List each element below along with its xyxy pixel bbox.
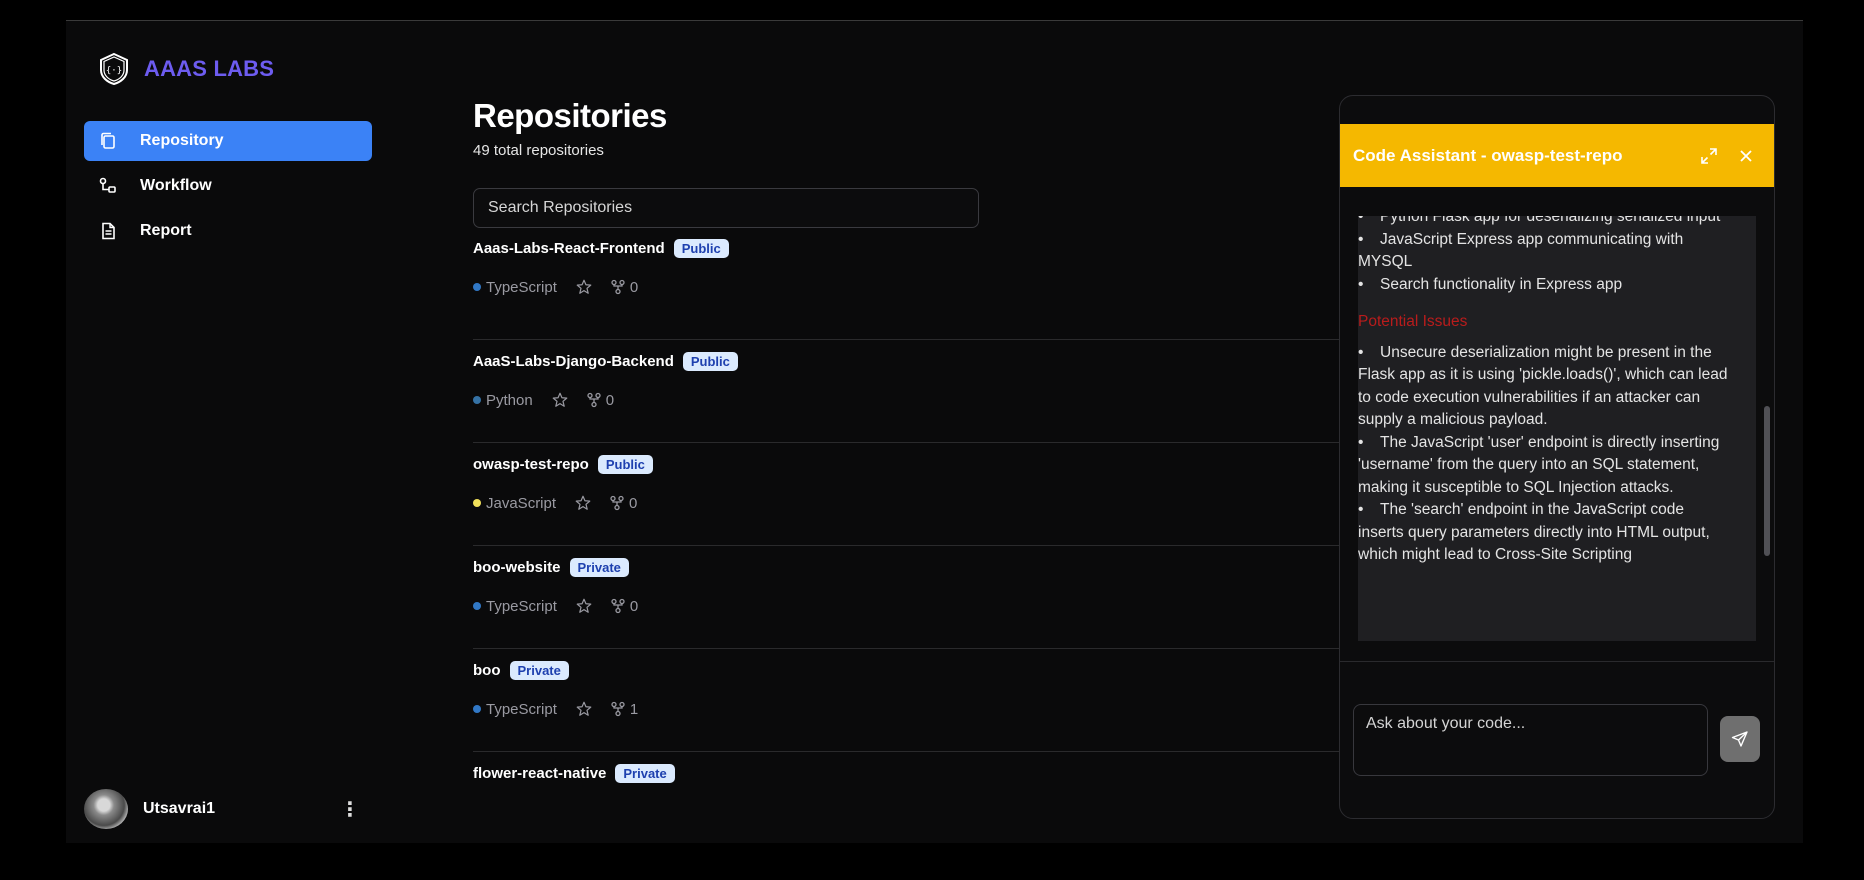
user-profile[interactable]: Utsavrai1 ⋮: [84, 789, 372, 829]
fork-icon: [611, 279, 625, 295]
list-item: • Search functionality in Express app: [1358, 275, 1623, 293]
list-item[interactable]: flower-react-native Private: [473, 752, 1353, 843]
fork-count: 0: [605, 391, 615, 409]
avatar[interactable]: [84, 789, 128, 829]
code-assistant-panel: Code Assistant - owasp-test-repo • Python…: [1339, 95, 1775, 819]
page-title: Repositories: [473, 97, 667, 134]
svg-text:{·}: {·}: [106, 66, 122, 76]
language-dot-icon: [473, 499, 481, 507]
chat-input[interactable]: [1353, 704, 1708, 776]
repo-language: Python: [486, 391, 533, 409]
file-text-icon: [102, 222, 115, 240]
expand-icon[interactable]: [1700, 147, 1718, 165]
repo-name[interactable]: AaaS-Labs-Django-Backend: [473, 353, 674, 370]
list-item: • The JavaScript 'user' endpoint is direc…: [1358, 433, 1720, 496]
language-dot-icon: [473, 396, 481, 404]
repository-list: Aaas-Labs-React-Frontend Public TypeScri…: [473, 237, 1353, 843]
list-item: • The 'search' endpoint in the JavaScript…: [1358, 501, 1710, 563]
user-name: Utsavrai1: [143, 800, 216, 817]
repo-name[interactable]: Aaas-Labs-React-Frontend: [473, 240, 665, 257]
list-item: • Unsecure deserialization might be prese…: [1358, 343, 1728, 429]
repo-name[interactable]: flower-react-native: [473, 765, 606, 782]
list-item[interactable]: boo-website Private TypeScript 0: [473, 546, 1353, 649]
star-icon[interactable]: [574, 494, 592, 512]
fork-icon: [610, 495, 624, 511]
visibility-badge: Private: [569, 557, 629, 577]
sidebar-item-repository[interactable]: Repository: [84, 121, 372, 161]
send-button[interactable]: [1720, 716, 1760, 762]
assistant-title: Code Assistant - owasp-test-repo: [1353, 145, 1623, 165]
bullet-text: Search functionality in Express app: [1380, 275, 1623, 293]
sidebar-item-label: Report: [140, 222, 192, 239]
list-item[interactable]: Aaas-Labs-React-Frontend Public TypeScri…: [473, 237, 1353, 340]
visibility-badge: Public: [673, 238, 729, 258]
repo-name[interactable]: owasp-test-repo: [473, 456, 589, 473]
copy-icon: [101, 132, 115, 149]
bullet-text: Unsecure deserialization might be presen…: [1358, 343, 1728, 429]
bullet-text: Python Flask app for deserializing seria…: [1380, 216, 1721, 225]
language-dot-icon: [473, 705, 481, 713]
repo-language: TypeScript: [486, 700, 557, 718]
star-icon[interactable]: [575, 597, 593, 615]
app-window: {·} AAAS LABS Repository Workflow Report…: [66, 20, 1803, 843]
repo-name[interactable]: boo: [473, 662, 501, 679]
star-icon[interactable]: [551, 391, 569, 409]
bullet-text: JavaScript Express app communicating wit…: [1358, 230, 1684, 271]
shield-code-icon: {·}: [100, 52, 128, 86]
repo-language: JavaScript: [486, 494, 557, 512]
list-item[interactable]: AaaS-Labs-Django-Backend Public Python 0: [473, 340, 1353, 443]
close-icon[interactable]: [1738, 148, 1754, 164]
language-dot-icon: [473, 283, 481, 291]
fork-count: 0: [629, 494, 638, 512]
visibility-badge: Private: [509, 660, 569, 680]
fork-count: 0: [629, 278, 639, 296]
section-title: Potential Issues: [1358, 313, 1468, 330]
more-vertical-icon[interactable]: ⋮: [340, 797, 360, 822]
fork-count: 1: [629, 700, 639, 718]
visibility-badge: Public: [597, 454, 653, 474]
search-input[interactable]: [473, 188, 979, 228]
bullet-text: The 'search' endpoint in the JavaScript …: [1358, 501, 1710, 563]
sidebar-item-report[interactable]: Report: [84, 211, 372, 251]
visibility-badge: Public: [682, 351, 738, 371]
list-item: • Python Flask app for deserializing seri…: [1358, 216, 1728, 229]
star-icon[interactable]: [575, 700, 593, 718]
fork-icon: [611, 701, 625, 717]
repo-language: TypeScript: [486, 278, 557, 296]
list-item[interactable]: boo Private TypeScript 1: [473, 649, 1353, 752]
list-item[interactable]: owasp-test-repo Public JavaScript 0: [473, 443, 1353, 546]
bullet-text: The JavaScript 'user' endpoint is direct…: [1358, 433, 1720, 496]
assistant-message: • Python Flask app for deserializing seri…: [1358, 216, 1756, 641]
assistant-header: Code Assistant - owasp-test-repo: [1340, 124, 1774, 187]
repo-name[interactable]: boo-website: [473, 559, 561, 576]
fork-icon: [611, 598, 625, 614]
brand-name: AAAS LABS: [144, 56, 275, 81]
star-icon[interactable]: [575, 278, 593, 296]
sidebar-item-label: Workflow: [140, 177, 212, 194]
fork-count: 0: [629, 597, 639, 615]
language-dot-icon: [473, 602, 481, 610]
scrollbar[interactable]: [1764, 406, 1770, 556]
brand-logo[interactable]: {·} AAAS LABS: [96, 51, 274, 87]
sidebar-nav: Repository Workflow Report: [84, 121, 372, 256]
issues-list: • Unsecure deserialization might be prese…: [1358, 342, 1728, 567]
repo-language: TypeScript: [486, 597, 557, 615]
list-item: • JavaScript Express app communicating wi…: [1358, 230, 1684, 271]
fork-icon: [587, 392, 601, 408]
visibility-badge: Private: [615, 763, 675, 783]
sidebar-item-workflow[interactable]: Workflow: [84, 166, 372, 206]
send-icon: [1731, 731, 1748, 747]
sidebar-item-label: Repository: [140, 132, 224, 149]
repository-count: 49 total repositories: [473, 142, 604, 159]
divider: [1340, 661, 1774, 662]
summary-list: • Python Flask app for deserializing seri…: [1358, 216, 1728, 296]
workflow-icon: [99, 177, 116, 193]
